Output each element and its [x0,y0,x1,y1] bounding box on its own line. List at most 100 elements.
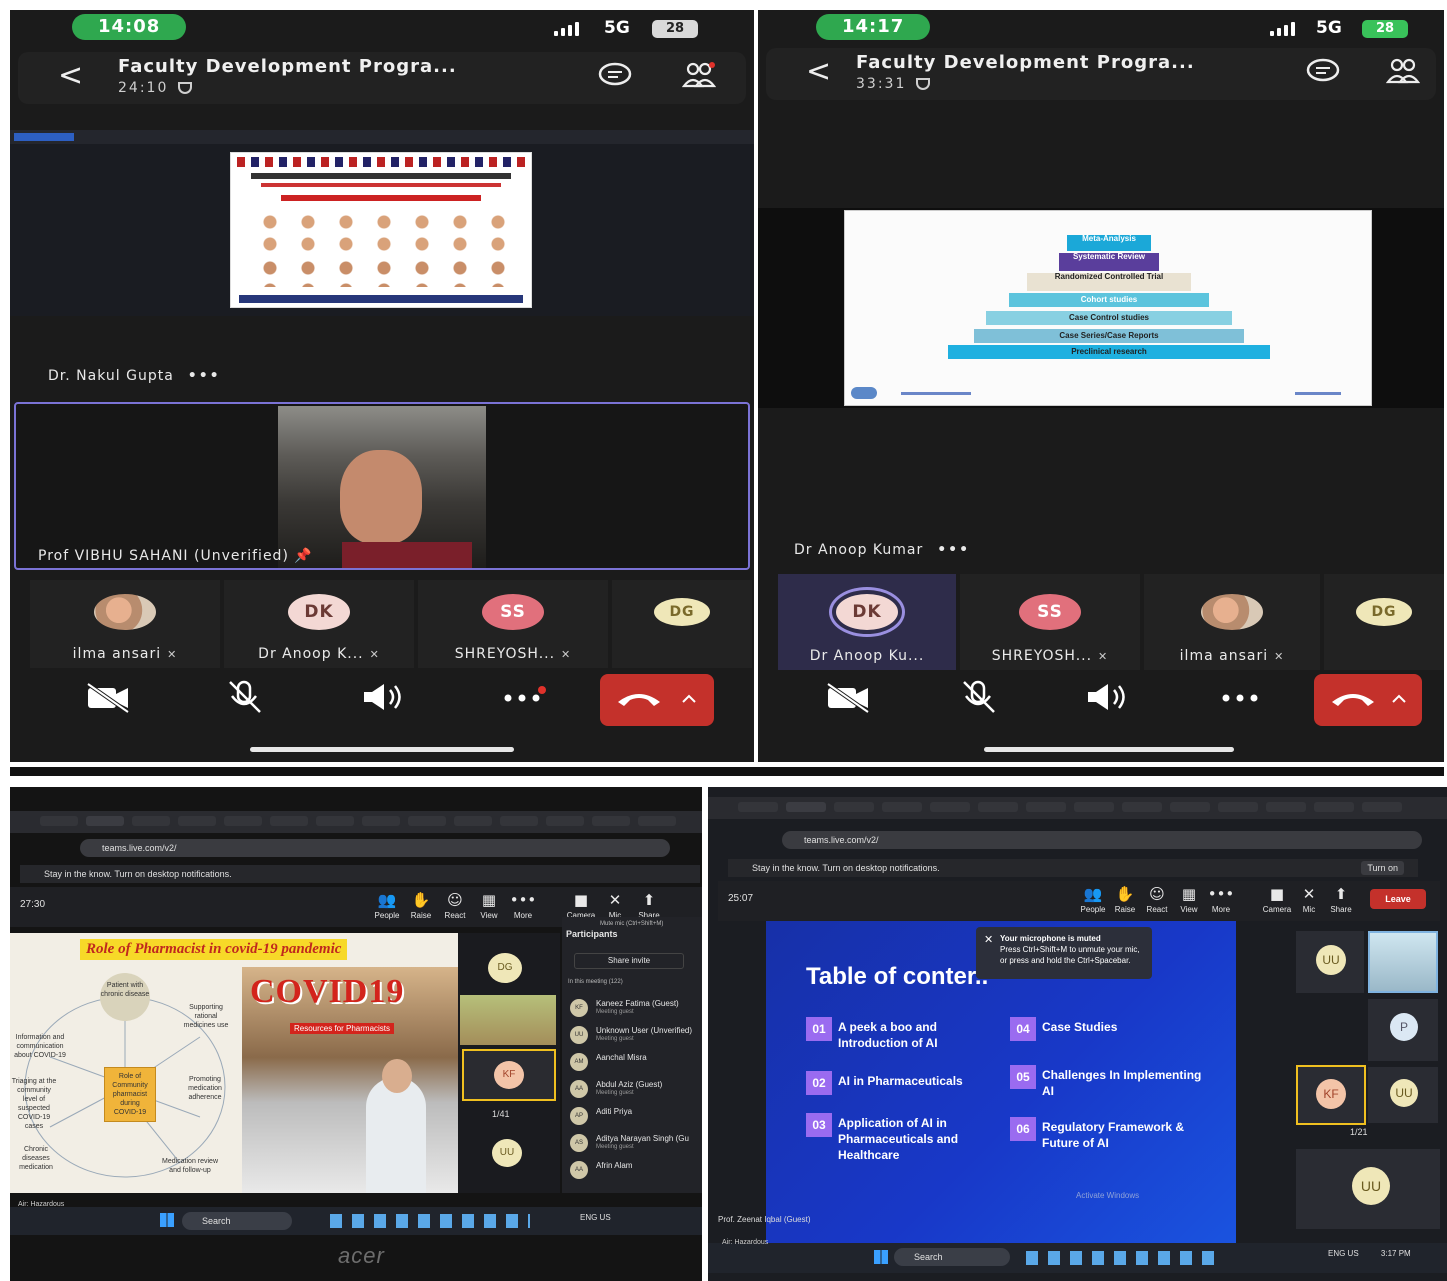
participant-tile[interactable]: SS SHREYOSH... ✕ [418,580,608,668]
browser-tab[interactable] [40,816,78,826]
taskbar-search[interactable]: Search [182,1212,292,1230]
active-speaker-tile[interactable]: KF [462,1049,556,1101]
toolbar-people-button[interactable]: 👥 People [370,891,404,920]
gallery-tile[interactable]: P [1368,999,1438,1061]
chat-icon[interactable] [1306,58,1340,84]
browser-tab[interactable] [316,816,354,826]
browser-tab[interactable] [638,816,676,826]
gallery-pager[interactable]: 1/21 [1350,1127,1368,1137]
participant-row[interactable]: AP Aditi Priya [570,1105,698,1127]
browser-tab[interactable] [592,816,630,826]
toolbar-more-button[interactable]: ••• More [506,891,540,920]
taskbar-search[interactable]: Search [894,1248,1010,1266]
leave-button[interactable]: Leave [1370,889,1426,909]
participant-tile[interactable]: DG [612,580,752,668]
participant-row[interactable]: UU Unknown User (Unverified) Meeting guest [570,1024,698,1046]
active-speaker-tile[interactable]: KF [1296,1065,1366,1125]
gallery-video-tile[interactable] [1368,931,1438,993]
participant-row[interactable]: AS Aditya Narayan Singh (Gu Meeting guest [570,1132,698,1154]
browser-tab[interactable] [930,802,970,812]
speaker-icon[interactable] [354,680,414,726]
address-bar[interactable]: teams.live.com/v2/ [782,831,1422,849]
address-bar[interactable]: teams.live.com/v2/ [80,839,670,857]
browser-tab[interactable] [1266,802,1306,812]
participant-video[interactable] [460,995,556,1045]
toolbar-people-button[interactable]: 👥 People [1076,885,1110,914]
browser-tab[interactable] [834,802,874,812]
toolbar-camera-button[interactable]: ■ Camera [1260,885,1294,914]
mic-off-icon[interactable] [948,680,1008,726]
browser-tab[interactable] [1314,802,1354,812]
browser-tab[interactable] [454,816,492,826]
toolbar-mic-button[interactable]: ✕ Mic [1292,885,1326,914]
browser-tab[interactable] [546,816,584,826]
toolbar-view-button[interactable]: ▦ View [1172,885,1206,914]
participant-avatar[interactable]: UU [492,1139,522,1167]
more-options-icon[interactable]: ••• [937,542,970,558]
back-icon[interactable]: < [806,54,831,89]
browser-tab[interactable] [1074,802,1114,812]
pin-icon[interactable]: 📌 [294,548,312,564]
toolbar-camera-button[interactable]: ■ Camera [564,891,598,920]
taskbar-apps[interactable] [330,1214,530,1228]
toolbar-share-button[interactable]: ⬆ Share [632,891,666,920]
toolbar-raise-button[interactable]: ✋ Raise [404,891,438,920]
participant-row[interactable]: AA Afrin Alam [570,1159,698,1181]
taskbar-apps[interactable] [1026,1251,1222,1265]
participant-row[interactable]: AM Aanchal Misra [570,1051,698,1073]
people-icon[interactable] [682,62,716,88]
browser-tab[interactable] [1218,802,1258,812]
toolbar-react-button[interactable]: ☺ React [1140,885,1174,914]
leave-call-button[interactable] [600,674,714,726]
chat-icon[interactable] [598,62,632,88]
more-options-icon[interactable]: ••• [188,368,221,384]
gallery-pager[interactable]: 1/41 [492,1109,510,1119]
browser-tab[interactable] [362,816,400,826]
toolbar-view-button[interactable]: ▦ View [472,891,506,920]
participant-row[interactable]: KF Kaneez Fatima (Guest) Meeting guest [570,997,698,1019]
browser-tab[interactable] [86,816,124,826]
more-icon[interactable] [1210,680,1270,726]
participant-tile[interactable]: SS SHREYOSH... ✕ [960,574,1140,670]
gallery-tile[interactable]: UU [1368,1067,1438,1123]
browser-tab[interactable] [1026,802,1066,812]
camera-off-icon[interactable] [78,680,138,726]
participant-tile[interactable]: DK Dr Anoop K... ✕ [224,580,414,668]
browser-tab[interactable] [1122,802,1162,812]
leave-call-button[interactable] [1314,674,1422,726]
participant-row[interactable]: AA Abdul Aziz (Guest) Meeting guest [570,1078,698,1100]
more-icon[interactable] [492,680,552,726]
windows-start-icon[interactable] [160,1213,174,1227]
participant-tile-speaking[interactable]: DK Dr Anoop Ku... [778,574,956,670]
participant-tile[interactable]: ilma ansari ✕ [30,580,220,668]
toolbar-react-button[interactable]: ☺ React [438,891,472,920]
speaker-icon[interactable] [1078,680,1138,726]
browser-tab[interactable] [178,816,216,826]
camera-off-icon[interactable] [818,680,878,726]
browser-tab[interactable] [132,816,170,826]
browser-tab[interactable] [786,802,826,812]
browser-tab[interactable] [1362,802,1402,812]
toolbar-more-button[interactable]: ••• More [1204,885,1238,914]
share-invite-button[interactable]: Share invite [574,953,684,969]
in-meeting-count[interactable]: In this meeting (122) [568,979,623,985]
browser-tab[interactable] [408,816,446,826]
back-icon[interactable]: < [58,58,83,93]
participant-avatar[interactable]: DG [488,953,522,983]
windows-start-icon[interactable] [874,1250,888,1264]
toolbar-raise-button[interactable]: ✋ Raise [1108,885,1142,914]
toolbar-share-button[interactable]: ⬆ Share [1324,885,1358,914]
mic-off-icon[interactable] [214,680,274,726]
browser-tab[interactable] [978,802,1018,812]
gallery-tile[interactable]: UU [1296,931,1364,993]
browser-tab[interactable] [738,802,778,812]
browser-tab[interactable] [500,816,538,826]
turn-on-button[interactable]: Turn on [1361,861,1404,875]
people-icon[interactable] [1386,58,1420,84]
participant-tile[interactable]: ilma ansari ✕ [1144,574,1320,670]
gallery-tile[interactable]: UU [1296,1149,1440,1229]
browser-tab[interactable] [882,802,922,812]
participant-tile[interactable]: DG [1324,574,1444,670]
toolbar-mic-button[interactable]: ✕ Mic [598,891,632,920]
browser-tab[interactable] [270,816,308,826]
